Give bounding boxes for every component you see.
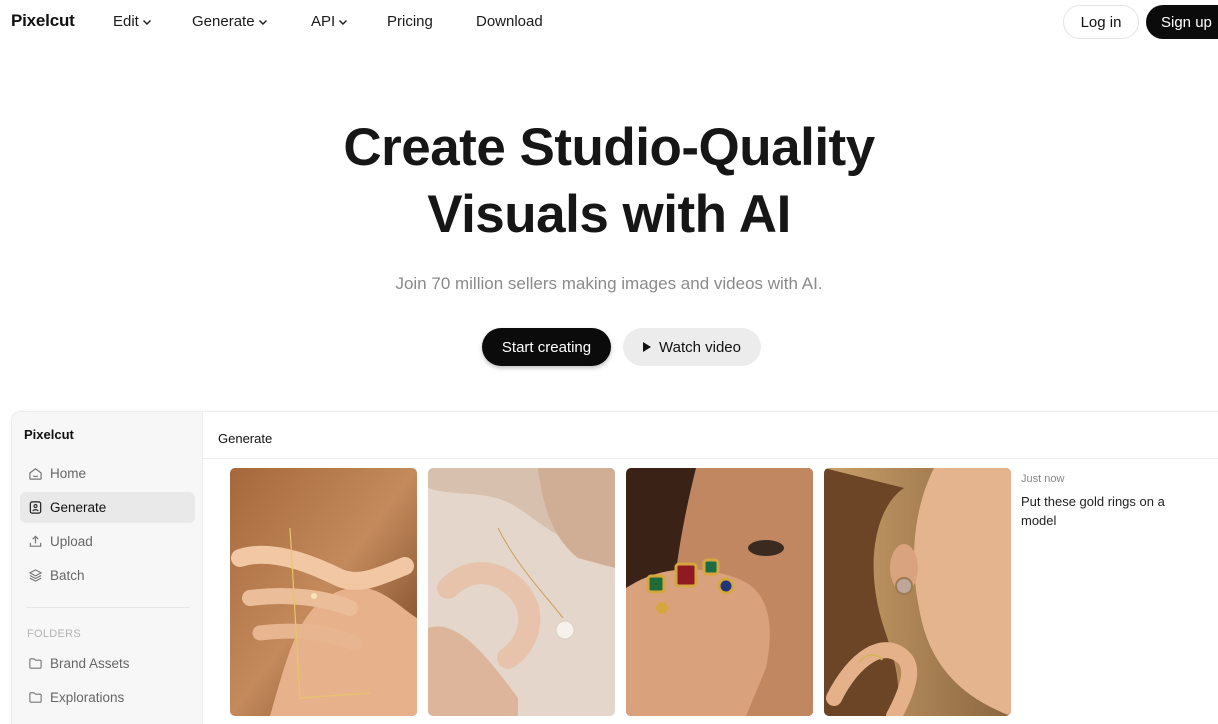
main-title: Generate bbox=[218, 431, 273, 446]
nav-api-label: API bbox=[311, 13, 336, 30]
sidebar-item-generate[interactable]: Generate bbox=[20, 492, 195, 523]
play-icon bbox=[643, 342, 651, 352]
folder-icon bbox=[29, 692, 42, 703]
folders-heading: FOLDERS bbox=[27, 628, 82, 640]
sidebar-item-batch[interactable]: Batch bbox=[20, 560, 195, 591]
logo[interactable]: Pixelcut bbox=[11, 11, 75, 31]
sidebar: Pixelcut Home Generate Upload Batch FOLD… bbox=[12, 412, 203, 724]
nav-download-label: Download bbox=[476, 13, 543, 30]
main-header: Generate bbox=[203, 412, 1218, 459]
generated-image-1[interactable] bbox=[230, 468, 417, 716]
nav-generate-label: Generate bbox=[192, 13, 255, 30]
login-button[interactable]: Log in bbox=[1063, 5, 1139, 39]
pearl-necklace-image bbox=[428, 468, 615, 716]
generated-image-3[interactable] bbox=[626, 468, 813, 716]
top-nav: Pixelcut Edit Generate API Pricing Downl… bbox=[0, 0, 1218, 44]
chevron-down-icon bbox=[258, 19, 267, 25]
sidebar-item-home[interactable]: Home bbox=[20, 458, 195, 489]
sidebar-item-upload[interactable]: Upload bbox=[20, 526, 195, 557]
generated-image-2[interactable] bbox=[428, 468, 615, 716]
start-creating-button[interactable]: Start creating bbox=[482, 328, 611, 366]
folder-icon bbox=[29, 658, 42, 669]
watch-video-label: Watch video bbox=[659, 338, 741, 356]
image-icon bbox=[29, 501, 42, 514]
gemstone-rings-image bbox=[626, 468, 813, 716]
hand-ring-image bbox=[230, 468, 417, 716]
hero-subtitle: Join 70 million sellers making images an… bbox=[395, 274, 823, 293]
nav-edit-label: Edit bbox=[113, 13, 139, 30]
hero-title-line1: Create Studio-Quality bbox=[343, 118, 875, 177]
sidebar-item-label: Upload bbox=[50, 534, 93, 549]
sidebar-title: Pixelcut bbox=[24, 427, 74, 442]
chevron-down-icon bbox=[142, 19, 151, 25]
folder-item-label: Brand Assets bbox=[50, 656, 130, 671]
nav-edit[interactable]: Edit bbox=[113, 13, 152, 30]
folder-item-label: Explorations bbox=[50, 690, 125, 705]
signup-button[interactable]: Sign up bbox=[1146, 5, 1218, 39]
sidebar-item-label: Generate bbox=[50, 500, 107, 515]
nav-download[interactable]: Download bbox=[476, 13, 543, 30]
watch-video-button[interactable]: Watch video bbox=[623, 328, 761, 366]
app-preview: Pixelcut Home Generate Upload Batch FOLD… bbox=[11, 411, 1218, 724]
upload-icon bbox=[29, 535, 42, 547]
home-icon bbox=[29, 468, 42, 480]
hero-title: Create Studio-Quality Visuals with AI bbox=[0, 114, 1218, 248]
folder-item-explorations[interactable]: Explorations bbox=[20, 682, 195, 713]
nav-pricing[interactable]: Pricing bbox=[387, 13, 433, 30]
nav-generate[interactable]: Generate bbox=[192, 13, 268, 30]
sidebar-item-label: Home bbox=[50, 466, 87, 481]
sidebar-divider bbox=[26, 607, 190, 608]
result-prompt: Put these gold rings on a model bbox=[1021, 494, 1165, 528]
generated-image-4[interactable] bbox=[824, 468, 1011, 716]
gold-earring-image bbox=[824, 468, 1011, 716]
nav-api[interactable]: API bbox=[311, 13, 348, 30]
hero-title-line2: Visuals with AI bbox=[427, 185, 791, 244]
folder-item-brand-assets[interactable]: Brand Assets bbox=[20, 648, 195, 679]
chevron-down-icon bbox=[339, 19, 348, 25]
layers-icon bbox=[28, 569, 43, 582]
nav-pricing-label: Pricing bbox=[387, 13, 433, 30]
sidebar-item-label: Batch bbox=[50, 568, 85, 583]
result-timestamp: Just now bbox=[1021, 473, 1065, 485]
